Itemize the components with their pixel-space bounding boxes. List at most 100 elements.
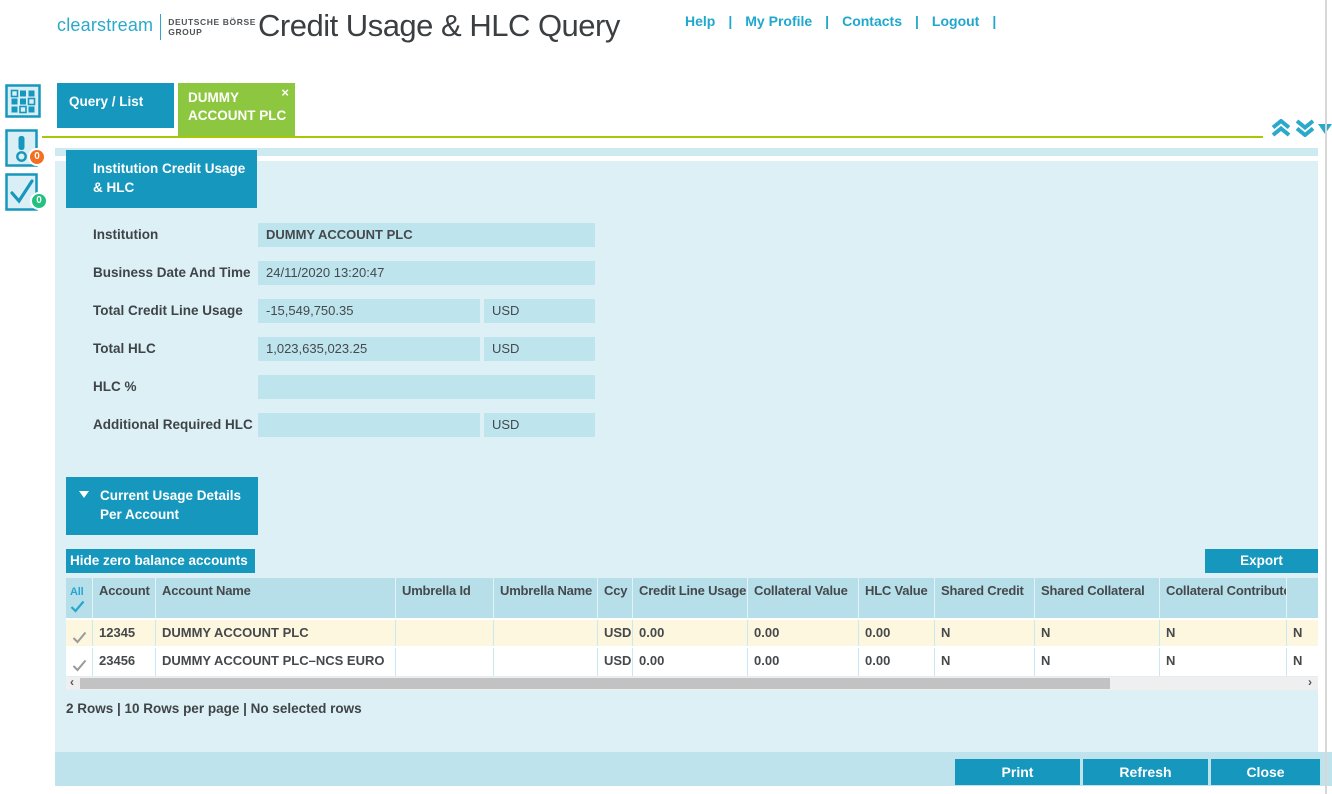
my-profile-link[interactable]: My Profile: [745, 13, 812, 29]
table-row[interactable]: 23456 DUMMY ACCOUNT PLC–NCS EURO USD 0.0…: [66, 648, 1318, 676]
column-header-overflow: [1287, 578, 1318, 618]
app-window: clearstream DEUTSCHE BÖRSEGROUP Credit Us…: [0, 0, 1332, 794]
details-section-title: Current Usage Details Per Account: [100, 486, 250, 524]
cell-account: 23456: [93, 648, 156, 676]
cell-umbrella-name: [494, 648, 598, 676]
institution-section-header: Institution Credit Usage & HLC: [66, 150, 257, 208]
table-horizontal-scrollbar[interactable]: ‹ ›: [66, 677, 1318, 690]
tasks-badge: 0: [30, 192, 48, 210]
table-row[interactable]: 12345 DUMMY ACCOUNT PLC USD 0.00 0.00 0.…: [66, 620, 1318, 648]
close-button[interactable]: Close: [1211, 759, 1320, 785]
top-nav: Help | My Profile | Contacts | Logout |: [685, 13, 996, 29]
export-button[interactable]: Export: [1205, 549, 1318, 573]
institution-label: Institution: [93, 227, 158, 242]
total-hlc-ccy: USD: [484, 337, 595, 361]
alerts-badge: 0: [28, 148, 46, 166]
business-date-value: 24/11/2020 13:20:47: [258, 261, 595, 285]
collapse-all-icon[interactable]: [1270, 119, 1292, 142]
page-title: Credit Usage & HLC Query: [258, 8, 620, 44]
window-scrollbar-track[interactable]: [1325, 0, 1327, 794]
cell-collateral-contributor: N: [1160, 648, 1287, 676]
tab-close-icon[interactable]: ×: [281, 84, 289, 102]
cell-hlc-value: 0.00: [859, 648, 935, 676]
logo-divider: [160, 14, 161, 40]
cell-overflow: N: [1287, 620, 1318, 646]
column-header-collateral-value[interactable]: Collateral Value: [748, 578, 859, 618]
row-checkbox[interactable]: [66, 620, 93, 646]
hide-zero-balance-button[interactable]: Hide zero balance accounts: [66, 549, 255, 573]
link-separator: |: [728, 13, 732, 29]
cell-credit-line-usage: 0.00: [633, 620, 748, 646]
tab-label: DUMMY ACCOUNT PLC: [188, 90, 286, 123]
column-header-account-name[interactable]: Account Name: [156, 578, 396, 618]
print-button[interactable]: Print: [955, 759, 1080, 785]
institution-section-title: Institution Credit Usage & HLC: [93, 159, 253, 197]
logo-group-line2: GROUP: [168, 27, 202, 37]
hlc-percent-value: [258, 375, 595, 399]
cell-umbrella-id: [396, 620, 494, 646]
cell-shared-credit: N: [935, 648, 1035, 676]
additional-required-hlc-value: [258, 413, 480, 437]
row-check-icon: [72, 659, 87, 672]
column-header-hlc-value[interactable]: HLC Value: [859, 578, 935, 618]
cell-collateral-value: 0.00: [748, 648, 859, 676]
cell-umbrella-id: [396, 648, 494, 676]
business-date-label: Business Date And Time: [93, 265, 251, 280]
tab-dummy-account-plc[interactable]: DUMMY ACCOUNT PLC ×: [178, 83, 295, 137]
tab-query-list[interactable]: Query / List: [57, 83, 174, 128]
column-header-account[interactable]: Account: [93, 578, 156, 618]
cell-account-name: DUMMY ACCOUNT PLC–NCS EURO: [156, 648, 396, 676]
cell-umbrella-name: [494, 620, 598, 646]
cell-ccy: USD: [598, 620, 633, 646]
collapse-section-icon[interactable]: [79, 491, 89, 498]
accounts-table: All Account Account Name Umbrella Id Umb…: [66, 578, 1318, 676]
total-credit-usage-value: -15,549,750.35: [258, 299, 480, 323]
logout-link[interactable]: Logout: [932, 13, 979, 29]
cell-shared-collateral: N: [1035, 620, 1160, 646]
alerts-icon[interactable]: 0: [5, 129, 51, 169]
total-credit-usage-ccy: USD: [484, 299, 595, 323]
logo-group-name: DEUTSCHE BÖRSEGROUP: [168, 17, 256, 37]
cell-account: 12345: [93, 620, 156, 646]
contacts-link[interactable]: Contacts: [842, 13, 902, 29]
column-header-shared-credit[interactable]: Shared Credit: [935, 578, 1035, 618]
logo-group-line1: DEUTSCHE BÖRSE: [168, 17, 256, 27]
scrollbar-thumb[interactable]: [80, 678, 1110, 689]
additional-required-hlc-label: Additional Required HLC: [93, 417, 253, 432]
cell-shared-collateral: N: [1035, 648, 1160, 676]
select-all-label: All: [70, 586, 83, 598]
institution-value: DUMMY ACCOUNT PLC: [258, 223, 595, 247]
cell-collateral-contributor: N: [1160, 620, 1287, 646]
column-header-ccy[interactable]: Ccy: [598, 578, 633, 618]
column-header-umbrella-name[interactable]: Umbrella Name: [494, 578, 598, 618]
refresh-button[interactable]: Refresh: [1083, 759, 1208, 785]
tasks-icon[interactable]: 0: [5, 173, 53, 213]
cell-shared-credit: N: [935, 620, 1035, 646]
row-checkbox[interactable]: [66, 648, 93, 676]
tab-divider-line: [42, 136, 1263, 138]
link-separator: |: [992, 13, 996, 29]
scroll-left-icon[interactable]: ‹: [70, 675, 74, 689]
cell-collateral-value: 0.00: [748, 620, 859, 646]
column-header-shared-collateral[interactable]: Shared Collateral: [1035, 578, 1160, 618]
clearstream-logo: clearstream DEUTSCHE BÖRSEGROUP: [57, 14, 256, 40]
cell-account-name: DUMMY ACCOUNT PLC: [156, 620, 396, 646]
link-separator: |: [915, 13, 919, 29]
column-header-credit-line-usage[interactable]: Credit Line Usage: [633, 578, 748, 618]
cell-overflow: N: [1287, 648, 1318, 676]
details-section-header[interactable]: Current Usage Details Per Account: [66, 477, 258, 535]
total-credit-usage-label: Total Credit Line Usage: [93, 303, 243, 318]
select-all-checkbox[interactable]: All: [66, 578, 93, 618]
apps-grid-icon[interactable]: [5, 84, 41, 118]
table-status-line: 2 Rows | 10 Rows per page | No selected …: [66, 701, 362, 716]
column-header-umbrella-id[interactable]: Umbrella Id: [396, 578, 494, 618]
table-header-row: All Account Account Name Umbrella Id Umb…: [66, 578, 1318, 620]
scroll-right-icon[interactable]: ›: [1308, 675, 1312, 689]
column-header-collateral-contributor[interactable]: Collateral Contributor: [1160, 578, 1287, 618]
expand-all-icon[interactable]: [1294, 119, 1316, 142]
help-link[interactable]: Help: [685, 13, 715, 29]
cell-ccy: USD: [598, 648, 633, 676]
row-check-icon: [72, 631, 87, 644]
hlc-percent-label: HLC %: [93, 379, 137, 394]
logo-wordmark: clearstream: [57, 15, 153, 35]
